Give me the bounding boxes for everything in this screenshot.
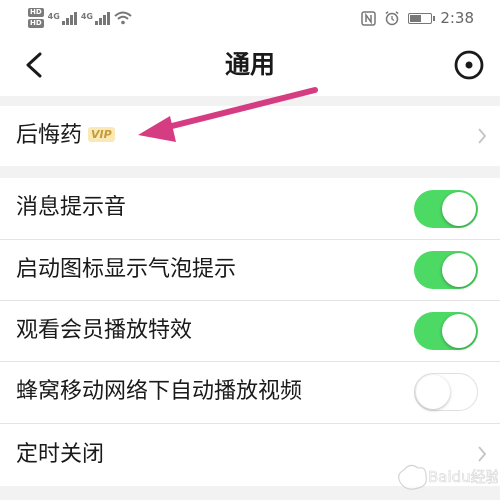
toggle-switch-vip-effects[interactable]: [414, 312, 478, 350]
regret-label: 后悔药: [16, 123, 83, 148]
status-right-icons: 2:38: [361, 6, 474, 30]
signal-icon: 4G: [47, 11, 77, 25]
network-type-2: 4G: [80, 11, 93, 21]
hd-badges: HD HD: [28, 8, 44, 28]
toggle-label: 消息提示音: [16, 195, 127, 220]
baidu-watermark: Baidu经验: [398, 464, 498, 490]
regret-label-wrap: 后悔药 VIP: [16, 121, 115, 151]
nav-bar: 通用: [0, 34, 500, 96]
wifi-icon: [114, 11, 132, 25]
hd-badge-1: HD: [28, 8, 44, 17]
toggle-knob: [442, 314, 476, 348]
hd-badge-2: HD: [28, 19, 44, 28]
target-circle-icon[interactable]: [452, 48, 486, 82]
settings-row-badge-bubble: 启动图标显示气泡提示: [0, 240, 500, 300]
signal-icon-2: 4G: [80, 11, 110, 25]
settings-row-regret[interactable]: 后悔药 VIP: [0, 106, 500, 166]
toggle-knob: [416, 375, 450, 409]
network-type-1: 4G: [47, 11, 60, 21]
chevron-right-icon: [478, 128, 487, 144]
timer-label: 定时关闭: [16, 442, 105, 467]
page-title: 通用: [224, 50, 275, 79]
toggle-label: 启动图标显示气泡提示: [16, 257, 237, 282]
nfc-icon: [361, 10, 377, 26]
settings-row-vip-effects: 观看会员播放特效: [0, 301, 500, 361]
settings-row-message-sound: 消息提示音: [0, 178, 500, 239]
toggle-knob: [442, 253, 476, 287]
alarm-icon: [385, 11, 399, 26]
battery-icon: [408, 12, 436, 24]
status-bar: HD HD 4G 4G 2:38: [0, 0, 500, 34]
toggle-switch-badge-bubble[interactable]: [414, 251, 478, 289]
toggle-label: 观看会员播放特效: [16, 318, 193, 343]
toggle-label: 蜂窝移动网络下自动播放视频: [16, 379, 303, 404]
vip-badge: VIP: [88, 126, 115, 142]
toggle-switch-message-sound[interactable]: [414, 190, 478, 228]
battery-fill: [410, 14, 421, 22]
watermark-text: Baidu经验: [428, 468, 498, 486]
status-left-icons: HD HD 4G 4G: [28, 6, 132, 30]
toggle-knob: [442, 192, 476, 226]
status-time: 2:38: [440, 9, 474, 27]
toggle-switch-cellular-autoplay[interactable]: [414, 373, 478, 411]
settings-row-cellular-autoplay: 蜂窝移动网络下自动播放视频: [0, 362, 500, 423]
